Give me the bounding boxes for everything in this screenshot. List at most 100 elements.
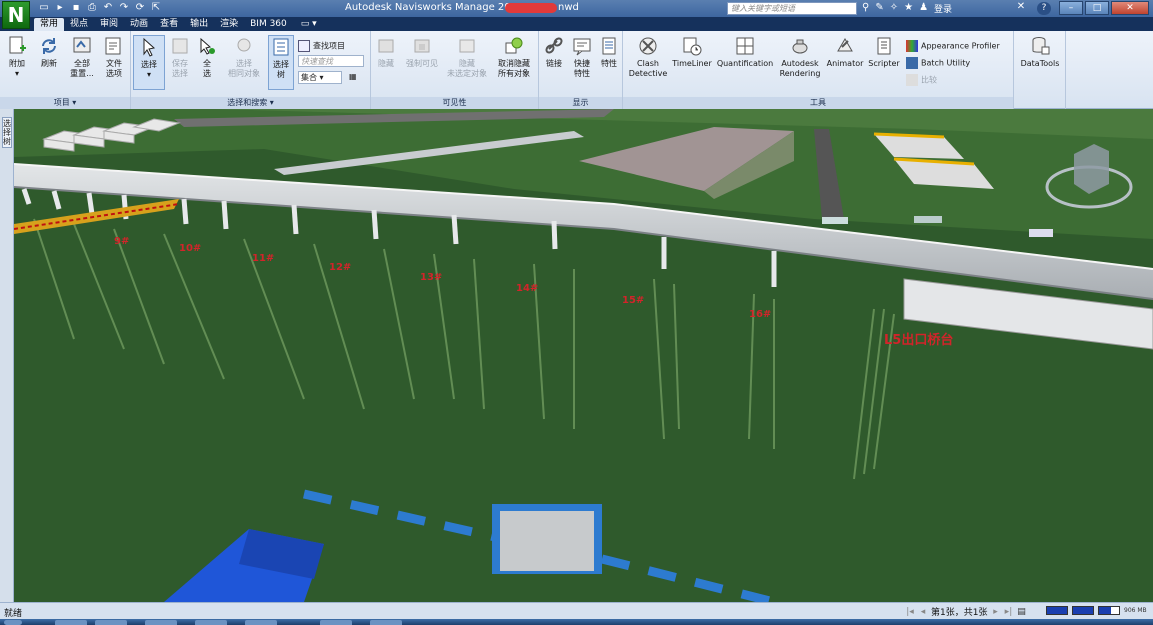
- animator-button[interactable]: Animator: [825, 35, 865, 69]
- binoculars-icon[interactable]: ⚲: [862, 2, 869, 15]
- hide-unselected-button[interactable]: 隐藏 未选定对象: [445, 35, 489, 79]
- datatools-button[interactable]: DataTools: [1018, 35, 1062, 69]
- quick-properties-button[interactable]: 快捷 特性: [569, 35, 595, 79]
- visibility-panel: 隐藏 强制可见 隐藏 未选定对象 取消隐藏 所有对象 可见性: [371, 31, 539, 109]
- file-options-button[interactable]: 文件 选项: [101, 35, 127, 79]
- timeliner-icon: [683, 37, 702, 56]
- ribbon-tab-bar: 常用 视点 审阅 动画 查看 输出 渲染 BIM 360 ▭ ▾: [0, 17, 1153, 31]
- batch-utility-button[interactable]: Batch Utility: [906, 57, 970, 69]
- 3d-viewport[interactable]: 9# 10# 11# 12# 13# 14# 15# 16# L5出口桥台: [14, 109, 1153, 602]
- exchange-icon[interactable]: ✕: [1012, 1, 1030, 16]
- tab-view[interactable]: 查看: [154, 18, 184, 31]
- sets-dropdown[interactable]: 集合 ▾: [298, 71, 342, 84]
- tab-review[interactable]: 审阅: [94, 18, 124, 31]
- star-icon[interactable]: ★: [904, 2, 913, 15]
- satellite-icon[interactable]: ✧: [890, 2, 898, 15]
- select-button[interactable]: 选择 ▾: [133, 35, 165, 90]
- tab-viewpoint[interactable]: 视点: [64, 18, 94, 31]
- ribbon-options-icon[interactable]: ▭ ▾: [293, 18, 325, 31]
- taskbar-app-7[interactable]: [370, 620, 402, 625]
- user-icon[interactable]: ♟: [919, 2, 928, 15]
- select-cursor-icon[interactable]: ⇱: [150, 2, 162, 14]
- links-icon: [545, 37, 563, 54]
- help-icon[interactable]: ?: [1037, 2, 1051, 15]
- scripter-button[interactable]: Scripter: [866, 35, 902, 69]
- tab-bim360[interactable]: BIM 360: [244, 18, 293, 31]
- unhide-all-button[interactable]: 取消隐藏 所有对象: [491, 35, 537, 79]
- clash-detective-button[interactable]: Clash Detective: [625, 35, 671, 79]
- taskbar-app-3[interactable]: [145, 620, 177, 625]
- memory-usage: 906 MB: [1124, 607, 1147, 614]
- minimize-button[interactable]: –: [1059, 1, 1083, 15]
- save-icon[interactable]: ▪: [70, 2, 82, 14]
- refresh-icon[interactable]: ⟳: [134, 2, 146, 14]
- prev-sheet-button[interactable]: ◂: [918, 606, 928, 618]
- redacted-filename: [505, 3, 557, 13]
- print-icon[interactable]: ⎙: [86, 2, 98, 14]
- undo-icon[interactable]: ↶: [102, 2, 114, 14]
- select-same-button[interactable]: 选择 相同对象: [223, 35, 265, 79]
- open-file-icon[interactable]: ▸: [54, 2, 66, 14]
- selection-tree-button[interactable]: 选择 树: [268, 35, 294, 90]
- truck-2: [914, 216, 942, 223]
- sheet-browser-icon[interactable]: ▤: [1016, 606, 1026, 618]
- start-button[interactable]: [4, 620, 22, 625]
- select-cursor-icon: [143, 37, 156, 57]
- taskbar-app-1[interactable]: [55, 620, 87, 625]
- new-file-icon[interactable]: ▭: [38, 2, 50, 14]
- require-button[interactable]: 强制可见: [403, 35, 441, 69]
- require-icon: [414, 39, 430, 53]
- select-all-button[interactable]: 全 选: [195, 35, 219, 79]
- taskbar-app-5[interactable]: [245, 620, 277, 625]
- tab-render[interactable]: 渲染: [214, 18, 244, 31]
- append-icon: [9, 36, 26, 54]
- selection-tree-side-tab[interactable]: 选择树: [2, 117, 12, 148]
- tab-animation[interactable]: 动画: [124, 18, 154, 31]
- maximize-button[interactable]: □: [1085, 1, 1109, 15]
- last-sheet-button[interactable]: ▸|: [1003, 606, 1013, 618]
- reset-all-button[interactable]: 全部 重置...: [68, 35, 96, 79]
- find-items-button[interactable]: 查找项目: [298, 40, 345, 52]
- wrench-icon[interactable]: ✎: [875, 2, 883, 15]
- tools-panel: Clash Detective TimeLiner Quantification…: [623, 31, 1014, 109]
- select-search-panel-title[interactable]: 选择和搜索 ▾: [131, 97, 370, 109]
- autodesk-rendering-button[interactable]: Autodesk Rendering: [777, 35, 823, 79]
- truck-1: [822, 217, 848, 224]
- clash-detective-icon: [639, 37, 657, 55]
- unhide-all-icon: [505, 37, 523, 54]
- append-button[interactable]: 附加 ▾: [4, 35, 30, 79]
- tab-output[interactable]: 输出: [184, 18, 214, 31]
- mixer-truck: [1029, 229, 1053, 237]
- tab-home[interactable]: 常用: [34, 18, 65, 31]
- taskbar-app-6[interactable]: [320, 620, 352, 625]
- redo-icon[interactable]: ↷: [118, 2, 130, 14]
- close-button[interactable]: ✕: [1111, 1, 1149, 15]
- links-button[interactable]: 链接: [541, 35, 567, 69]
- save-selection-button[interactable]: 保存 选择: [167, 35, 193, 79]
- taskbar-app-4[interactable]: [195, 620, 227, 625]
- taskbar-app-2[interactable]: [95, 620, 127, 625]
- project-panel-title[interactable]: 项目 ▾: [0, 97, 130, 109]
- appearance-profiler-button[interactable]: Appearance Profiler: [906, 40, 1000, 52]
- compare-button[interactable]: 比较: [906, 74, 937, 86]
- search-input[interactable]: 键入关键字或短语: [727, 2, 857, 15]
- manage-sets-icon[interactable]: ▦: [349, 71, 357, 82]
- quantification-button[interactable]: Quantification: [715, 35, 775, 69]
- compare-icon: [906, 74, 918, 86]
- quick-find-input[interactable]: 快速查找: [298, 55, 364, 67]
- timeliner-button[interactable]: TimeLiner: [671, 35, 713, 69]
- select-search-panel: 选择 ▾ 保存 选择 全 选 选择 相同对象 选择 树 查找项目 快速查找 集合 …: [131, 31, 371, 109]
- window-title: Autodesk Navisworks Manage 2015: [345, 2, 524, 13]
- refresh-button[interactable]: 刷新: [36, 35, 62, 69]
- properties-button[interactable]: 特性: [597, 35, 621, 69]
- application-menu-button[interactable]: N: [2, 1, 30, 29]
- selection-tree-icon: [273, 38, 289, 56]
- next-sheet-button[interactable]: ▸: [990, 606, 1000, 618]
- file-options-icon: [105, 37, 121, 55]
- reset-all-icon: [73, 37, 91, 53]
- scene-canvas: [14, 109, 1153, 602]
- first-sheet-button[interactable]: |◂: [905, 606, 915, 618]
- quick-access-toolbar: ▭ ▸ ▪ ⎙ ↶ ↷ ⟳ ⇱: [38, 2, 162, 15]
- login-link[interactable]: 登录: [934, 2, 952, 15]
- hide-button[interactable]: 隐藏: [373, 35, 399, 69]
